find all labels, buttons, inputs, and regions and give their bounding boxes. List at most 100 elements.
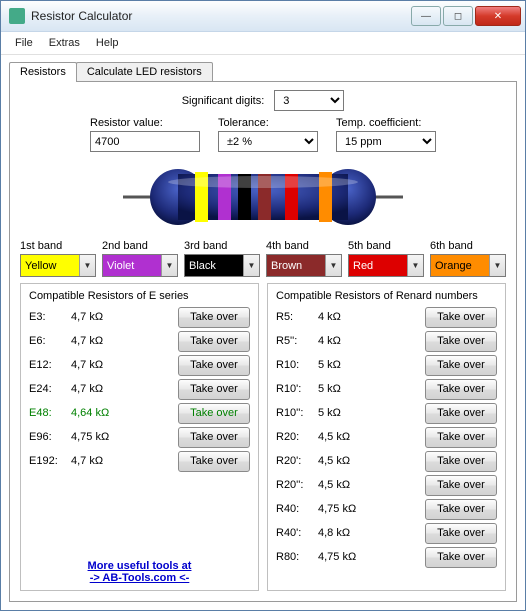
tabpage-resistors: Significant digits: 3 Resistor value: To… [9, 81, 517, 602]
titlebar: Resistor Calculator ― ◻ ✕ [1, 1, 525, 32]
band-select-5[interactable]: Red▼ [348, 254, 424, 277]
band-swatch: Black [185, 255, 243, 276]
window-title: Resistor Calculator [31, 9, 411, 23]
series-row: R20': 4,5 kΩ Take over [276, 450, 497, 472]
take-over-button[interactable]: Take over [425, 451, 497, 472]
label-tempco: Temp. coefficient: [336, 117, 436, 129]
series-row: E12: 4,7 kΩ Take over [29, 354, 250, 376]
series-value: 5 kΩ [318, 359, 421, 371]
take-over-button[interactable]: Take over [425, 427, 497, 448]
series-value: 4,75 kΩ [318, 503, 421, 515]
take-over-button[interactable]: Take over [178, 403, 250, 424]
series-row: E48:4,64 kΩTake over [29, 402, 250, 424]
series-code: E96: [29, 431, 67, 443]
series-code: E12: [29, 359, 67, 371]
series-row: R5'': 4 kΩ Take over [276, 330, 497, 352]
band-swatch: Red [349, 255, 407, 276]
take-over-button[interactable]: Take over [425, 547, 497, 568]
app-icon [9, 8, 25, 24]
series-code: R5'': [276, 335, 314, 347]
band-swatch: Brown [267, 255, 325, 276]
menu-extras[interactable]: Extras [41, 34, 88, 52]
series-row: R40: 4,75 kΩ Take over [276, 498, 497, 520]
promo-link[interactable]: More useful tools at-> AB-Tools.com <- [29, 552, 250, 584]
series-code: R20'': [276, 479, 314, 491]
maximize-button[interactable]: ◻ [443, 6, 473, 26]
tabstrip: Resistors Calculate LED resistors [9, 62, 517, 82]
series-code: E192: [29, 455, 67, 467]
series-code: E48: [29, 407, 67, 419]
band-swatch: Orange [431, 255, 489, 276]
band-label: 6th band [430, 240, 506, 252]
select-tempco[interactable]: 15 ppm [336, 131, 436, 152]
series-value: 5 kΩ [318, 383, 421, 395]
label-sigdigits: Significant digits: [182, 95, 265, 107]
band-label: 4th band [266, 240, 342, 252]
series-row: E3: 4,7 kΩ Take over [29, 306, 250, 328]
series-value: 4,7 kΩ [71, 359, 174, 371]
series-row: R20'': 4,5 kΩ Take over [276, 474, 497, 496]
series-code: E6: [29, 335, 67, 347]
band-select-3[interactable]: Black▼ [184, 254, 260, 277]
series-value: 4,8 kΩ [318, 527, 421, 539]
label-resval: Resistor value: [90, 117, 163, 129]
app-window: Resistor Calculator ― ◻ ✕ File Extras He… [0, 0, 526, 611]
take-over-button[interactable]: Take over [178, 427, 250, 448]
series-value: 4,75 kΩ [318, 551, 421, 563]
band-label: 1st band [20, 240, 96, 252]
series-value: 4 kΩ [318, 335, 421, 347]
series-value: 4,7 kΩ [71, 311, 174, 323]
series-row: E96: 4,75 kΩ Take over [29, 426, 250, 448]
chevron-down-icon: ▼ [79, 255, 95, 276]
take-over-button[interactable]: Take over [178, 451, 250, 472]
close-button[interactable]: ✕ [475, 6, 521, 26]
band-select-6[interactable]: Orange▼ [430, 254, 506, 277]
take-over-button[interactable]: Take over [425, 307, 497, 328]
series-code: R40: [276, 503, 314, 515]
series-code: E24: [29, 383, 67, 395]
band-select-1[interactable]: Yellow▼ [20, 254, 96, 277]
resistor-image [20, 162, 506, 232]
chevron-down-icon: ▼ [161, 255, 177, 276]
take-over-button[interactable]: Take over [425, 331, 497, 352]
band-select-4[interactable]: Brown▼ [266, 254, 342, 277]
select-tolerance[interactable]: ±2 % [218, 131, 318, 152]
series-row: E24:4,7 kΩTake over [29, 378, 250, 400]
series-value: 4,5 kΩ [318, 479, 421, 491]
take-over-button[interactable]: Take over [178, 307, 250, 328]
series-code: R40': [276, 527, 314, 539]
series-row: R10:5 kΩTake over [276, 354, 497, 376]
take-over-button[interactable]: Take over [425, 403, 497, 424]
tab-led[interactable]: Calculate LED resistors [76, 62, 213, 82]
series-value: 4,5 kΩ [318, 455, 421, 467]
client-area: Resistors Calculate LED resistors Signif… [1, 55, 525, 610]
take-over-button[interactable]: Take over [425, 499, 497, 520]
panel-eseries: Compatible Resistors of E series E3:4,7 … [20, 283, 259, 591]
take-over-button[interactable]: Take over [178, 331, 250, 352]
series-row: R10':5 kΩTake over [276, 378, 497, 400]
menu-file[interactable]: File [7, 34, 41, 52]
series-code: E3: [29, 311, 67, 323]
input-resval[interactable] [90, 131, 200, 152]
series-row: R10'':5 kΩTake over [276, 402, 497, 424]
minimize-button[interactable]: ― [411, 6, 441, 26]
take-over-button[interactable]: Take over [178, 379, 250, 400]
take-over-button[interactable]: Take over [178, 355, 250, 376]
take-over-button[interactable]: Take over [425, 475, 497, 496]
series-row: E6:4,7 kΩTake over [29, 330, 250, 352]
tab-resistors[interactable]: Resistors [9, 62, 77, 82]
label-tolerance: Tolerance: [218, 117, 318, 129]
series-value: 4,7 kΩ [71, 455, 174, 467]
select-sigdigits[interactable]: 3 [274, 90, 344, 111]
take-over-button[interactable]: Take over [425, 379, 497, 400]
series-code: R80: [276, 551, 314, 563]
band-select-2[interactable]: Violet▼ [102, 254, 178, 277]
series-code: R20: [276, 431, 314, 443]
series-value: 4,75 kΩ [71, 431, 174, 443]
series-row: R20:4,5 kΩTake over [276, 426, 497, 448]
take-over-button[interactable]: Take over [425, 355, 497, 376]
menu-help[interactable]: Help [88, 34, 127, 52]
series-code: R5: [276, 311, 314, 323]
series-code: R20': [276, 455, 314, 467]
take-over-button[interactable]: Take over [425, 523, 497, 544]
